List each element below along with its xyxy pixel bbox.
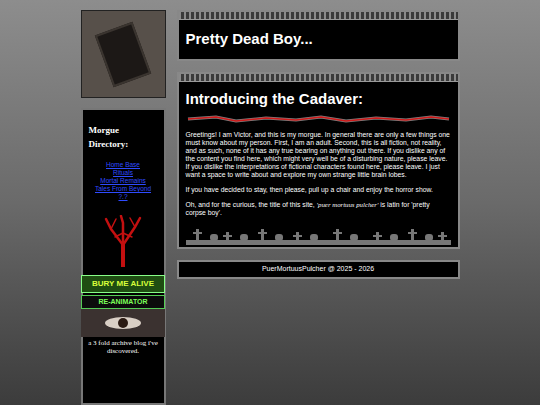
- left-column: Morgue Directory: Home BaseRitualsMortal …: [81, 10, 166, 405]
- sidebar-link[interactable]: Mortal Remains: [100, 177, 146, 185]
- sidebar-link[interactable]: Rituals: [113, 169, 133, 177]
- site-title: Pretty Dead Boy...: [179, 20, 458, 59]
- eye-icon: [103, 315, 143, 331]
- sidebar-link[interactable]: Home Base: [106, 161, 140, 169]
- red-tree-icon: [103, 215, 143, 267]
- grave-picture: [81, 10, 166, 98]
- latin-note: Oh, and for the curious, the title of th…: [186, 201, 451, 217]
- sidebar: Morgue Directory: Home BaseRitualsMortal …: [81, 108, 166, 405]
- sidebar-links: Home BaseRitualsMortal RemainsTales From…: [95, 161, 151, 201]
- intro-text: Greetings! I am Victor, and this is my m…: [186, 131, 451, 217]
- header-box: Pretty Dead Boy...: [177, 10, 460, 61]
- re-animator-badge[interactable]: RE-ANIMATOR: [81, 295, 165, 309]
- footer-box: PuerMortuusPulcher @ 2025 - 2026: [177, 260, 460, 279]
- ornament-strip: [179, 74, 458, 82]
- intro-title: Introducing the Cadaver:: [186, 88, 451, 111]
- footer-text: PuerMortuusPulcher @ 2025 - 2026: [262, 264, 374, 275]
- eye-picture: [81, 309, 165, 337]
- intro-paragraph: If you have decided to stay, then please…: [186, 186, 451, 194]
- lightning-divider-icon: [186, 112, 451, 126]
- sidebar-link[interactable]: ?.?: [118, 193, 127, 201]
- badge-caption: a 3 fold archive blog i've discovered.: [86, 339, 161, 355]
- right-column: Pretty Dead Boy... Introducing the Cadave…: [177, 10, 460, 405]
- intro-paragraph: Greetings! I am Victor, and this is my m…: [186, 131, 451, 179]
- graveyard-silhouette-icon: [186, 225, 451, 245]
- bury-me-alive-badge[interactable]: BURY ME ALIVE: [81, 275, 165, 293]
- sidebar-heading: Morgue Directory:: [86, 124, 161, 151]
- intro-box: Introducing the Cadaver: Greetings! I am …: [177, 72, 460, 250]
- ornament-strip: [179, 12, 458, 20]
- sidebar-link[interactable]: Tales From Beyond: [95, 185, 151, 193]
- page: Morgue Directory: Home BaseRitualsMortal …: [0, 0, 540, 405]
